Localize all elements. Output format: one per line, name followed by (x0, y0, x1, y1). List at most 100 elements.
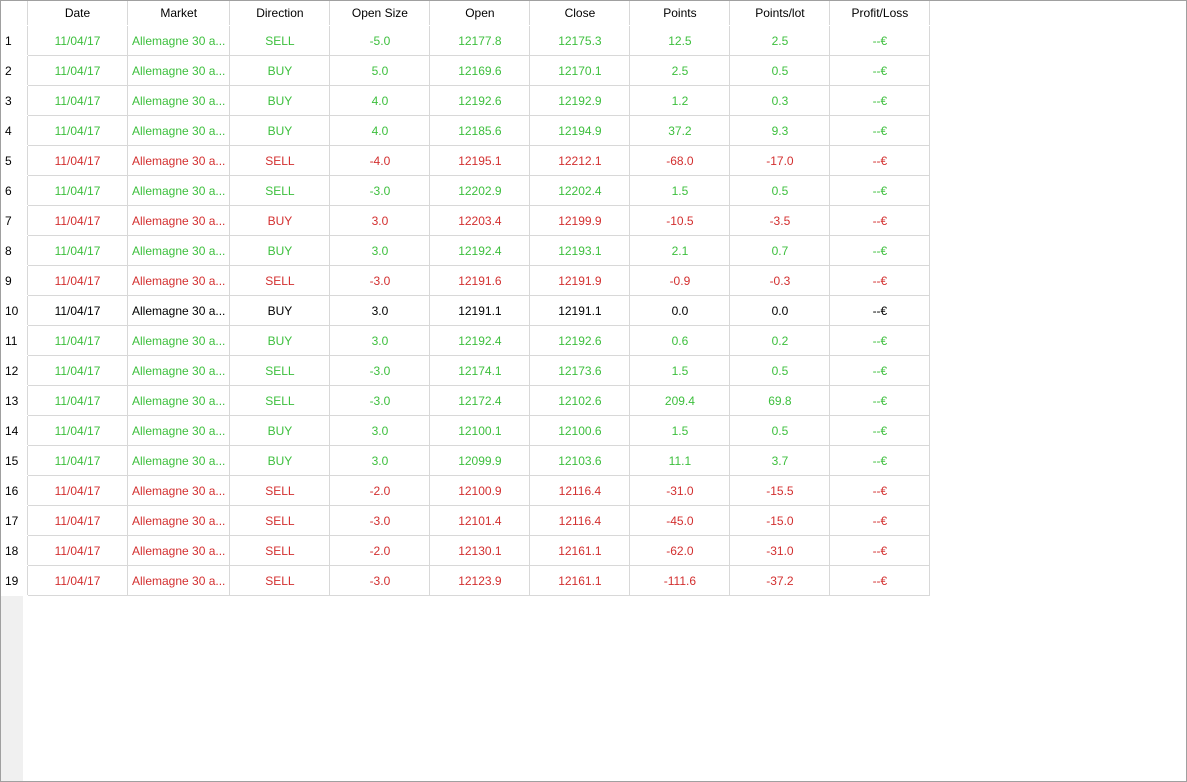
points-per-lot-cell[interactable]: -15.0 (729, 505, 831, 536)
points-cell[interactable]: 37.2 (629, 115, 731, 146)
points-per-lot-cell[interactable]: -17.0 (729, 145, 831, 176)
profit-loss-cell[interactable]: --€ (829, 325, 931, 356)
points-cell[interactable]: 209.4 (629, 385, 731, 416)
open-cell[interactable]: 12192.6 (429, 85, 531, 116)
points-per-lot-cell[interactable]: -0.3 (729, 265, 831, 296)
market-cell[interactable]: Allemagne 30 a... (127, 565, 231, 596)
close-cell[interactable]: 12102.6 (529, 385, 631, 416)
date-cell[interactable]: 11/04/17 (27, 235, 128, 266)
close-cell[interactable]: 12192.9 (529, 85, 631, 116)
row-header[interactable]: 16 (1, 475, 28, 506)
profit-loss-cell[interactable]: --€ (829, 25, 931, 56)
profit-loss-cell[interactable]: --€ (829, 55, 931, 86)
points-per-lot-cell[interactable]: 0.5 (729, 415, 831, 446)
table-row[interactable]: 1 11/04/17 Allemagne 30 a... SELL -5.0 12177.… (1, 25, 931, 56)
market-cell[interactable]: Allemagne 30 a... (127, 385, 231, 416)
date-cell[interactable]: 11/04/17 (27, 25, 128, 56)
direction-cell[interactable]: BUY (229, 205, 331, 236)
date-cell[interactable]: 11/04/17 (27, 325, 128, 356)
trades-table-view[interactable]: Date Market Direction Open Size Open Clo… (0, 0, 1187, 782)
direction-cell[interactable]: SELL (229, 175, 331, 206)
profit-loss-cell[interactable]: --€ (829, 265, 931, 296)
date-cell[interactable]: 11/04/17 (27, 415, 128, 446)
direction-cell[interactable]: BUY (229, 325, 331, 356)
date-cell[interactable]: 11/04/17 (27, 475, 128, 506)
table-row[interactable]: 7 11/04/17 Allemagne 30 a... BUY 3.0 12203.4 1… (1, 205, 931, 236)
profit-loss-cell[interactable]: --€ (829, 535, 931, 566)
open-size-cell[interactable]: -3.0 (329, 265, 431, 296)
open-cell[interactable]: 12202.9 (429, 175, 531, 206)
profit-loss-cell[interactable]: --€ (829, 505, 931, 536)
column-header-profit-loss[interactable]: Profit/Loss (829, 1, 931, 26)
row-header[interactable]: 13 (1, 385, 28, 416)
date-cell[interactable]: 11/04/17 (27, 265, 128, 296)
date-cell[interactable]: 11/04/17 (27, 205, 128, 236)
market-cell[interactable]: Allemagne 30 a... (127, 145, 231, 176)
market-cell[interactable]: Allemagne 30 a... (127, 475, 231, 506)
open-cell[interactable]: 12191.6 (429, 265, 531, 296)
close-cell[interactable]: 12175.3 (529, 25, 631, 56)
points-cell[interactable]: 11.1 (629, 445, 731, 476)
points-per-lot-cell[interactable]: -3.5 (729, 205, 831, 236)
direction-cell[interactable]: BUY (229, 55, 331, 86)
table-row[interactable]: 15 11/04/17 Allemagne 30 a... BUY 3.0 12099.9… (1, 445, 931, 476)
open-cell[interactable]: 12169.6 (429, 55, 531, 86)
market-cell[interactable]: Allemagne 30 a... (127, 265, 231, 296)
market-cell[interactable]: Allemagne 30 a... (127, 55, 231, 86)
market-cell[interactable]: Allemagne 30 a... (127, 175, 231, 206)
row-header[interactable]: 15 (1, 445, 28, 476)
close-cell[interactable]: 12193.1 (529, 235, 631, 266)
points-per-lot-cell[interactable]: 0.5 (729, 55, 831, 86)
row-header[interactable]: 18 (1, 535, 28, 566)
column-header-date[interactable]: Date (27, 1, 128, 26)
table-row[interactable]: 16 11/04/17 Allemagne 30 a... SELL -2.0 12100… (1, 475, 931, 506)
profit-loss-cell[interactable]: --€ (829, 355, 931, 386)
column-header-points[interactable]: Points (629, 1, 731, 26)
points-per-lot-cell[interactable]: 0.0 (729, 295, 831, 326)
open-size-cell[interactable]: -5.0 (329, 25, 431, 56)
points-per-lot-cell[interactable]: 0.5 (729, 175, 831, 206)
open-size-cell[interactable]: 3.0 (329, 325, 431, 356)
table-row[interactable]: 13 11/04/17 Allemagne 30 a... SELL -3.0 12172… (1, 385, 931, 416)
market-cell[interactable]: Allemagne 30 a... (127, 325, 231, 356)
table-row[interactable]: 3 11/04/17 Allemagne 30 a... BUY 4.0 12192.6 1… (1, 85, 931, 116)
points-cell[interactable]: -62.0 (629, 535, 731, 566)
points-cell[interactable]: 0.6 (629, 325, 731, 356)
date-cell[interactable]: 11/04/17 (27, 505, 128, 536)
date-cell[interactable]: 11/04/17 (27, 175, 128, 206)
points-cell[interactable]: 2.1 (629, 235, 731, 266)
row-header[interactable]: 3 (1, 85, 28, 116)
points-per-lot-cell[interactable]: 9.3 (729, 115, 831, 146)
open-cell[interactable]: 12172.4 (429, 385, 531, 416)
open-size-cell[interactable]: -2.0 (329, 535, 431, 566)
points-per-lot-cell[interactable]: -15.5 (729, 475, 831, 506)
close-cell[interactable]: 12161.1 (529, 565, 631, 596)
direction-cell[interactable]: SELL (229, 565, 331, 596)
close-cell[interactable]: 12116.4 (529, 475, 631, 506)
points-cell[interactable]: -0.9 (629, 265, 731, 296)
close-cell[interactable]: 12161.1 (529, 535, 631, 566)
date-cell[interactable]: 11/04/17 (27, 115, 128, 146)
table-row[interactable]: 9 11/04/17 Allemagne 30 a... SELL -3.0 12191.… (1, 265, 931, 296)
open-cell[interactable]: 12130.1 (429, 535, 531, 566)
profit-loss-cell[interactable]: --€ (829, 235, 931, 266)
direction-cell[interactable]: SELL (229, 535, 331, 566)
close-cell[interactable]: 12194.9 (529, 115, 631, 146)
market-cell[interactable]: Allemagne 30 a... (127, 205, 231, 236)
profit-loss-cell[interactable]: --€ (829, 385, 931, 416)
points-cell[interactable]: 1.5 (629, 355, 731, 386)
points-cell[interactable]: 1.5 (629, 415, 731, 446)
points-cell[interactable]: 12.5 (629, 25, 731, 56)
open-size-cell[interactable]: -4.0 (329, 145, 431, 176)
row-header[interactable]: 6 (1, 175, 28, 206)
direction-cell[interactable]: BUY (229, 115, 331, 146)
row-header[interactable]: 5 (1, 145, 28, 176)
open-size-cell[interactable]: 4.0 (329, 85, 431, 116)
row-header[interactable]: 7 (1, 205, 28, 236)
direction-cell[interactable]: SELL (229, 505, 331, 536)
close-cell[interactable]: 12191.1 (529, 295, 631, 326)
table-row[interactable]: 8 11/04/17 Allemagne 30 a... BUY 3.0 12192.4 1… (1, 235, 931, 266)
close-cell[interactable]: 12202.4 (529, 175, 631, 206)
profit-loss-cell[interactable]: --€ (829, 205, 931, 236)
points-per-lot-cell[interactable]: 0.7 (729, 235, 831, 266)
